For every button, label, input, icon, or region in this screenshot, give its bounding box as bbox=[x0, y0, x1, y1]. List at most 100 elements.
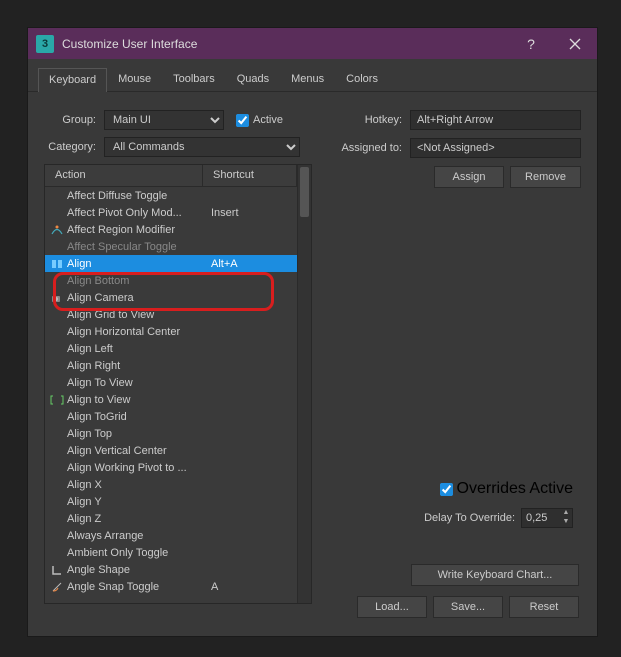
action-name: Align Right bbox=[67, 360, 207, 372]
blank-icon bbox=[49, 376, 64, 390]
save-button[interactable]: Save... bbox=[433, 596, 503, 618]
customize-ui-window: 3 Customize User Interface ? KeyboardMou… bbox=[27, 27, 598, 637]
list-item[interactable]: Align X bbox=[45, 476, 297, 493]
scrollbar[interactable] bbox=[297, 165, 311, 603]
delay-input[interactable] bbox=[522, 509, 560, 527]
content-area: Group: Main UI Active Category: All Comm… bbox=[28, 92, 597, 622]
action-name: Align Working Pivot to ... bbox=[67, 462, 207, 474]
list-item[interactable]: Align Working Pivot to ... bbox=[45, 459, 297, 476]
blank-icon bbox=[49, 529, 64, 543]
delay-spinner[interactable]: ▲ ▼ bbox=[521, 508, 573, 528]
camera-icon bbox=[49, 291, 64, 305]
action-name: Align Z bbox=[67, 513, 207, 525]
assign-button[interactable]: Assign bbox=[434, 166, 504, 188]
action-name: Angle Snap Toggle bbox=[67, 581, 207, 593]
action-name: Align bbox=[67, 258, 207, 270]
overrides-active-input[interactable] bbox=[440, 483, 453, 496]
hotkey-input[interactable] bbox=[410, 110, 581, 130]
column-shortcut[interactable]: Shortcut bbox=[203, 165, 297, 186]
action-name: Align Vertical Center bbox=[67, 445, 207, 457]
action-name: Align Bottom bbox=[67, 275, 207, 287]
group-select[interactable]: Main UI bbox=[104, 110, 224, 130]
list-item[interactable]: Align Vertical Center bbox=[45, 442, 297, 459]
blank-icon bbox=[49, 274, 64, 288]
blank-icon bbox=[49, 512, 64, 526]
column-action[interactable]: Action bbox=[45, 165, 203, 186]
help-button[interactable]: ? bbox=[509, 28, 553, 59]
list-item[interactable]: Always Arrange bbox=[45, 527, 297, 544]
tab-menus[interactable]: Menus bbox=[280, 67, 335, 91]
list-item[interactable]: Align Top bbox=[45, 425, 297, 442]
action-name: Align Grid to View bbox=[67, 309, 207, 321]
action-name: Align To View bbox=[67, 377, 207, 389]
tab-toolbars[interactable]: Toolbars bbox=[162, 67, 226, 91]
action-name: Affect Specular Toggle bbox=[67, 241, 207, 253]
list-item[interactable]: Affect Diffuse Toggle bbox=[45, 187, 297, 204]
hotkey-label: Hotkey: bbox=[330, 114, 410, 126]
list-item[interactable]: Align Camera bbox=[45, 289, 297, 306]
overrides-active-label: Overrides Active bbox=[457, 480, 573, 498]
action-list-box: Action Shortcut Affect Diffuse ToggleAff… bbox=[44, 164, 312, 604]
category-select[interactable]: All Commands bbox=[104, 137, 300, 157]
action-name: Align X bbox=[67, 479, 207, 491]
active-checkbox[interactable]: Active bbox=[236, 114, 283, 127]
window-title: Customize User Interface bbox=[62, 37, 509, 51]
action-shortcut: Alt+A bbox=[207, 258, 297, 270]
list-item[interactable]: Align To View bbox=[45, 374, 297, 391]
titlebar: 3 Customize User Interface ? bbox=[28, 28, 597, 59]
overrides-active-checkbox[interactable]: Overrides Active bbox=[424, 480, 573, 498]
scroll-thumb[interactable] bbox=[300, 167, 309, 217]
list-item[interactable]: Align Right bbox=[45, 357, 297, 374]
action-name: Affect Region Modifier bbox=[67, 224, 207, 236]
tab-colors[interactable]: Colors bbox=[335, 67, 389, 91]
action-name: Align Left bbox=[67, 343, 207, 355]
action-name: Align Top bbox=[67, 428, 207, 440]
tab-quads[interactable]: Quads bbox=[226, 67, 280, 91]
action-name: Align to View bbox=[67, 394, 207, 406]
spinner-up-icon[interactable]: ▲ bbox=[560, 509, 572, 518]
write-keyboard-chart-button[interactable]: Write Keyboard Chart... bbox=[411, 564, 579, 586]
list-item[interactable]: Align Bottom bbox=[45, 272, 297, 289]
list-item[interactable]: Align Horizontal Center bbox=[45, 323, 297, 340]
load-button[interactable]: Load... bbox=[357, 596, 427, 618]
brackets-icon bbox=[49, 393, 64, 407]
tab-bar: KeyboardMouseToolbarsQuadsMenusColors bbox=[28, 59, 597, 92]
list-item[interactable]: Align to View bbox=[45, 391, 297, 408]
list-item[interactable]: Affect Specular Toggle bbox=[45, 238, 297, 255]
spinner-down-icon[interactable]: ▼ bbox=[560, 518, 572, 527]
list-item[interactable]: Angle Snap ToggleA bbox=[45, 578, 297, 595]
tab-keyboard[interactable]: Keyboard bbox=[38, 68, 107, 92]
list-header: Action Shortcut bbox=[45, 165, 297, 187]
action-name: Ambient Only Toggle bbox=[67, 547, 207, 559]
category-label: Category: bbox=[44, 141, 104, 153]
left-panel: Group: Main UI Active Category: All Comm… bbox=[44, 110, 312, 604]
list-item[interactable]: AlignAlt+A bbox=[45, 255, 297, 272]
list-item[interactable]: Ambient Only Toggle bbox=[45, 544, 297, 561]
active-checkbox-input[interactable] bbox=[236, 114, 249, 127]
list-item[interactable]: Affect Pivot Only Mod...Insert bbox=[45, 204, 297, 221]
list-item[interactable]: Align Left bbox=[45, 340, 297, 357]
tab-mouse[interactable]: Mouse bbox=[107, 67, 162, 91]
action-shortcut: Insert bbox=[207, 207, 297, 219]
blank-icon bbox=[49, 444, 64, 458]
list-item[interactable]: Align ToGrid bbox=[45, 408, 297, 425]
action-name: Always Arrange bbox=[67, 530, 207, 542]
close-button[interactable] bbox=[553, 28, 597, 59]
assigned-to-input[interactable] bbox=[410, 138, 581, 158]
override-section: Overrides Active Delay To Override: ▲ ▼ bbox=[424, 480, 573, 528]
action-name: Align Horizontal Center bbox=[67, 326, 207, 338]
list-item[interactable]: Align Y bbox=[45, 493, 297, 510]
delay-label: Delay To Override: bbox=[424, 512, 515, 524]
blank-icon bbox=[49, 546, 64, 560]
list-body[interactable]: Affect Diffuse ToggleAffect Pivot Only M… bbox=[45, 187, 297, 603]
list-item[interactable]: Affect Region Modifier bbox=[45, 221, 297, 238]
remove-button[interactable]: Remove bbox=[510, 166, 581, 188]
blank-icon bbox=[49, 478, 64, 492]
list-item[interactable]: Angle Shape bbox=[45, 561, 297, 578]
blank-icon bbox=[49, 189, 64, 203]
close-icon bbox=[568, 37, 582, 51]
list-item[interactable]: Align Grid to View bbox=[45, 306, 297, 323]
blank-icon bbox=[49, 359, 64, 373]
reset-button[interactable]: Reset bbox=[509, 596, 579, 618]
list-item[interactable]: Align Z bbox=[45, 510, 297, 527]
